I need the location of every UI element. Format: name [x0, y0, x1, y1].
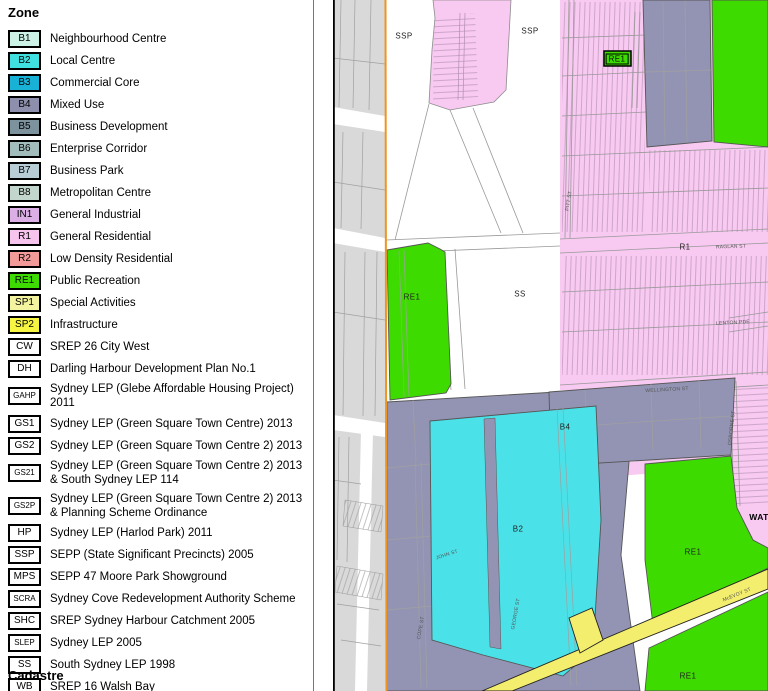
zone-swatch: B2	[8, 52, 41, 70]
zoning-map[interactable]: SSPSSPRE1R1SSRE1B4B2RE1RE1WATRAGLAN STWE…	[333, 0, 768, 691]
zone-swatch: B1	[8, 30, 41, 48]
legend-panel: Zone B1 Neighbourhood Centre B2 Local Ce…	[0, 0, 314, 691]
zone-swatch: B7	[8, 162, 41, 180]
zone-label: Sydney LEP (Green Square Town Centre 2) …	[50, 439, 312, 453]
zone-swatch: B8	[8, 184, 41, 202]
legend-item-b3: B3 Commercial Core	[8, 74, 313, 92]
zone-swatch: SCRA	[8, 590, 41, 608]
zone-swatch: SSP	[8, 546, 41, 564]
zone-label: SREP 26 City West	[50, 340, 312, 354]
zone-swatch: GS2P	[8, 497, 41, 515]
zone-label: Darling Harbour Development Plan No.1	[50, 362, 312, 376]
zone-swatch: GAHP	[8, 387, 41, 405]
zone-label: SEPP (State Significant Precincts) 2005	[50, 548, 312, 562]
zone-label: Public Recreation	[50, 274, 312, 288]
zone-swatch: B6	[8, 140, 41, 158]
zone-label: General Industrial	[50, 208, 312, 222]
zone-re1-small-parcel[interactable]	[604, 51, 631, 66]
legend-item-scra: SCRA Sydney Cove Redevelopment Authority…	[8, 590, 313, 608]
zone-swatch: RE1	[8, 272, 41, 290]
zoning-map-viewer: Zone B1 Neighbourhood Centre B2 Local Ce…	[0, 0, 768, 691]
zone-label: Low Density Residential	[50, 252, 312, 266]
legend-item-in1: IN1 General Industrial	[8, 206, 313, 224]
zone-swatch: CW	[8, 338, 41, 356]
zone-label: General Residential	[50, 230, 312, 244]
zone-swatch: MPS	[8, 568, 41, 586]
legend-item-b2: B2 Local Centre	[8, 52, 313, 70]
zone-swatch: SHC	[8, 612, 41, 630]
legend-item-gahp: GAHP Sydney LEP (Glebe Affordable Housin…	[8, 382, 313, 411]
legend-item-sp1: SP1 Special Activities	[8, 294, 313, 312]
legend-item-slep: SLEP Sydney LEP 2005	[8, 634, 313, 652]
legend-item-r1: R1 General Residential	[8, 228, 313, 246]
zone-label: Sydney LEP (Green Square Town Centre 2) …	[50, 492, 312, 521]
legend-item-b1: B1 Neighbourhood Centre	[8, 30, 313, 48]
legend-items: B1 Neighbourhood Centre B2 Local Centre …	[8, 30, 313, 691]
zone-swatch: SLEP	[8, 634, 41, 652]
legend-item-dh: DH Darling Harbour Development Plan No.1	[8, 360, 313, 378]
zone-label: South Sydney LEP 1998	[50, 658, 312, 672]
zone-label: Metropolitan Centre	[50, 186, 312, 200]
legend-item-r2: R2 Low Density Residential	[8, 250, 313, 268]
legend-item-sp2: SP2 Infrastructure	[8, 316, 313, 334]
legend-item-b4: B4 Mixed Use	[8, 96, 313, 114]
legend-item-b5: B5 Business Development	[8, 118, 313, 136]
zone-ssp-island[interactable]	[429, 0, 511, 110]
legend-item-gs21: GS21 Sydney LEP (Green Square Town Centr…	[8, 459, 313, 488]
legend-item-ssp: SSP SEPP (State Significant Precincts) 2…	[8, 546, 313, 564]
zone-swatch: DH	[8, 360, 41, 378]
zone-label: Sydney Cove Redevelopment Authority Sche…	[50, 592, 312, 606]
zone-label: Business Development	[50, 120, 312, 134]
legend-item-b8: B8 Metropolitan Centre	[8, 184, 313, 202]
legend-item-re1: RE1 Public Recreation	[8, 272, 313, 290]
legend-item-gs2p: GS2P Sydney LEP (Green Square Town Centr…	[8, 492, 313, 521]
legend-item-shc: SHC SREP Sydney Harbour Catchment 2005	[8, 612, 313, 630]
zone-swatch: SP1	[8, 294, 41, 312]
zone-label: Sydney LEP (Glebe Affordable Housing Pro…	[50, 382, 312, 411]
legend-item-b6: B6 Enterprise Corridor	[8, 140, 313, 158]
legend-item-cw: CW SREP 26 City West	[8, 338, 313, 356]
zone-re1-top-right[interactable]	[712, 0, 768, 147]
zone-re1-centre[interactable]	[387, 243, 451, 400]
zone-label: Sydney LEP 2005	[50, 636, 312, 650]
zone-label: SREP 16 Walsh Bay	[50, 680, 312, 691]
map-canvas[interactable]	[333, 0, 768, 691]
zone-label: SREP Sydney Harbour Catchment 2005	[50, 614, 312, 628]
legend-item-hp: HP Sydney LEP (Harlod Park) 2011	[8, 524, 313, 542]
zone-outside-lga[interactable]	[333, 0, 386, 691]
zone-b2-local-centre[interactable]	[430, 406, 601, 686]
zone-label: Sydney LEP (Green Square Town Centre 2) …	[50, 459, 312, 488]
cadastre-title: Cadastre	[8, 668, 64, 683]
zone-label: Special Activities	[50, 296, 312, 310]
zone-label: Commercial Core	[50, 76, 312, 90]
zone-label: Sydney LEP (Green Square Town Centre) 20…	[50, 417, 312, 431]
zone-swatch: B4	[8, 96, 41, 114]
zone-swatch: IN1	[8, 206, 41, 224]
legend-item-gs2: GS2 Sydney LEP (Green Square Town Centre…	[8, 437, 313, 455]
zone-swatch: HP	[8, 524, 41, 542]
zone-swatch: B5	[8, 118, 41, 136]
zone-label: Infrastructure	[50, 318, 312, 332]
zone-swatch: GS1	[8, 415, 41, 433]
zone-label: SEPP 47 Moore Park Showground	[50, 570, 312, 584]
zone-label: Enterprise Corridor	[50, 142, 312, 156]
zone-label: Sydney LEP (Harlod Park) 2011	[50, 526, 312, 540]
zone-swatch: GS2	[8, 437, 41, 455]
zone-swatch: R2	[8, 250, 41, 268]
legend-item-b7: B7 Business Park	[8, 162, 313, 180]
zone-label: Business Park	[50, 164, 312, 178]
zone-label: Neighbourhood Centre	[50, 32, 312, 46]
zone-swatch: R1	[8, 228, 41, 246]
legend-item-mps: MPS SEPP 47 Moore Park Showground	[8, 568, 313, 586]
zone-b4-top-right[interactable]	[643, 0, 712, 147]
zone-swatch: GS21	[8, 464, 41, 482]
zone-swatch: SP2	[8, 316, 41, 334]
map-border	[333, 0, 335, 691]
zone-swatch: B3	[8, 74, 41, 92]
zone-label: Local Centre	[50, 54, 312, 68]
lga-boundary-line	[386, 0, 387, 691]
legend-item-gs1: GS1 Sydney LEP (Green Square Town Centre…	[8, 415, 313, 433]
zone-label: Mixed Use	[50, 98, 312, 112]
legend-title: Zone	[8, 5, 313, 20]
